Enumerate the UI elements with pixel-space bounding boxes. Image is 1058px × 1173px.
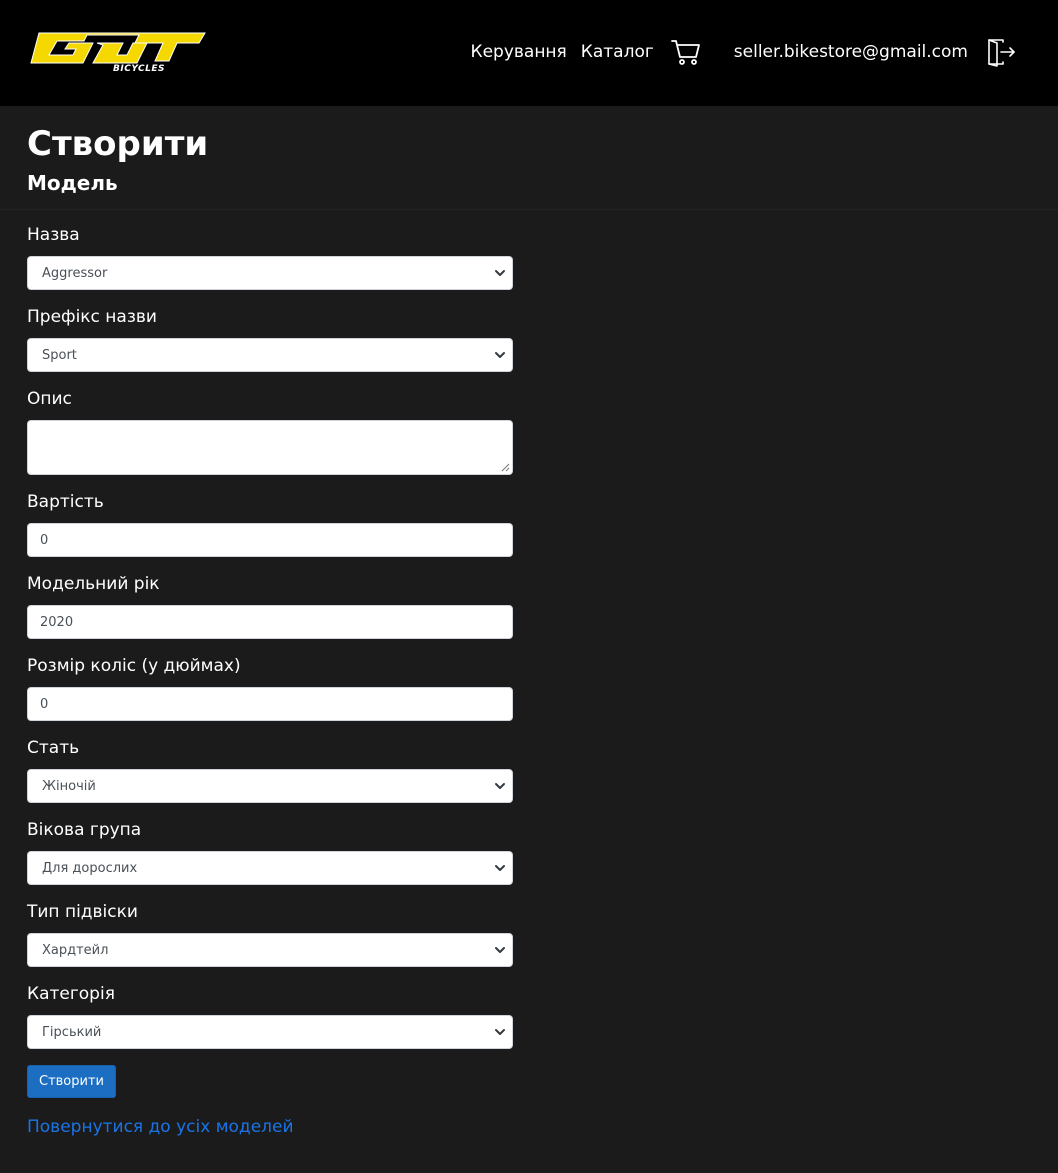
cart-icon[interactable] [670,36,702,68]
name-select-value: Aggressor [42,265,108,281]
page-title: Створити [27,124,209,164]
name-prefix-label: Префікс назви [27,307,157,327]
create-button[interactable]: Створити [27,1065,116,1098]
wheel-size-input-value: 0 [40,696,49,712]
logo-subtext: BICYCLES [113,64,165,73]
gender-select-value: Жіночій [42,778,96,794]
resize-grip-icon[interactable] [501,463,510,472]
form-group-wheel-size: Розмір коліс (у дюймах) 0 [27,655,513,721]
suspension-type-label: Тип підвіски [27,902,138,922]
age-group-label: Вікова група [27,820,142,840]
create-model-form: Назва Aggressor Префікс назви Sport Опис… [27,224,513,1098]
description-label: Опис [27,389,72,409]
nav-right: Керування Каталог seller.bikestore@gmail… [471,36,1017,68]
name-label: Назва [27,225,80,245]
back-to-models-link[interactable]: Повернутися до усіх моделей [27,1116,1031,1138]
name-prefix-select[interactable]: Sport [27,338,513,372]
chevron-down-icon [495,270,505,276]
price-input-value: 0 [40,532,49,548]
form-group-category: Категорія Гірський [27,983,513,1049]
suspension-type-select[interactable]: Хардтейл [27,933,513,967]
form-group-model-year: Модельний рік 2020 [27,573,513,639]
model-year-input-value: 2020 [40,614,74,630]
form-group-suspension-type: Тип підвіски Хардтейл [27,901,513,967]
price-label: Вартість [27,492,104,512]
wheel-size-input[interactable]: 0 [27,687,513,721]
form-group-name: Назва Aggressor [27,224,513,290]
chevron-down-icon [495,947,505,953]
form-group-gender: Стать Жіночій [27,737,513,803]
user-email[interactable]: seller.bikestore@gmail.com [734,42,968,62]
nav-link-catalog[interactable]: Каталог [581,42,654,62]
category-select-value: Гірський [42,1024,102,1040]
form-group-description: Опис [27,388,513,475]
category-label: Категорія [27,984,115,1004]
nav-link-management[interactable]: Керування [471,42,567,62]
gender-select[interactable]: Жіночій [27,769,513,803]
chevron-down-icon [495,865,505,871]
navbar: BICYCLES Керування Каталог seller.bikest… [0,0,1058,106]
form-group-name-prefix: Префікс назви Sport [27,306,513,372]
gt-bicycles-logo[interactable]: BICYCLES [27,31,208,73]
name-prefix-select-value: Sport [42,347,77,363]
chevron-down-icon [495,1029,505,1035]
price-input[interactable]: 0 [27,523,513,557]
gender-label: Стать [27,738,80,758]
main-content: Створити Модель Назва Aggressor Префікс … [0,124,1058,1138]
chevron-down-icon [495,783,505,789]
description-textarea[interactable] [27,420,513,475]
page-subtitle: Модель [27,171,118,195]
chevron-down-icon [495,352,505,358]
form-group-price: Вартість 0 [27,491,513,557]
suspension-type-select-value: Хардтейл [42,942,109,958]
name-select[interactable]: Aggressor [27,256,513,290]
wheel-size-label: Розмір коліс (у дюймах) [27,656,241,676]
category-select[interactable]: Гірський [27,1015,513,1049]
age-group-select[interactable]: Для дорослих [27,851,513,885]
logout-icon[interactable] [986,37,1016,67]
age-group-select-value: Для дорослих [42,860,138,876]
model-year-input[interactable]: 2020 [27,605,513,639]
model-year-label: Модельний рік [27,574,160,594]
divider [0,209,1058,210]
form-group-age-group: Вікова група Для дорослих [27,819,513,885]
